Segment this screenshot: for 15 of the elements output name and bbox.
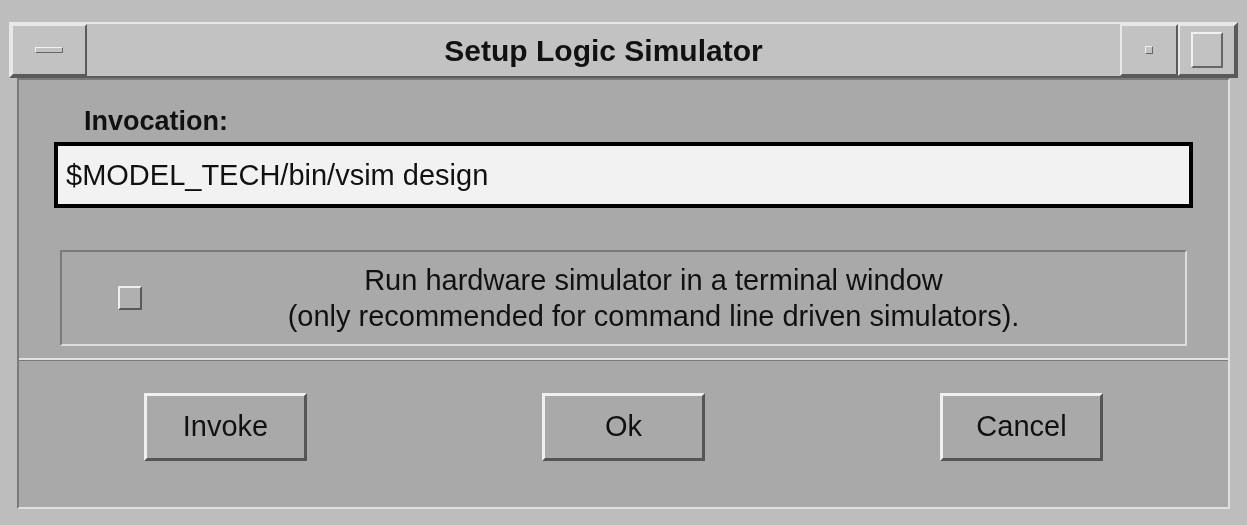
invocation-label: Invocation: [83,105,229,138]
maximize-icon [1191,32,1223,68]
terminal-checkbox[interactable] [118,286,142,310]
window-menu-button[interactable] [11,24,87,76]
invocation-field[interactable]: $MODEL_TECH/bin/vsim design [54,142,1193,208]
maximize-button[interactable] [1178,24,1236,76]
minimize-icon [1145,46,1153,54]
window-title: Setup Logic Simulator [443,32,764,69]
dialog-button[interactable]: Ok [542,393,705,461]
option-label: Run hardware simulator in a terminal window [364,263,943,298]
dialog-button[interactable]: Invoke [144,393,307,461]
minimize-button[interactable] [1120,24,1178,76]
option-label: (only recommended for command line driven simulators). [287,299,1020,334]
dialog-button[interactable]: Cancel [940,393,1103,461]
menu-icon [35,47,63,53]
